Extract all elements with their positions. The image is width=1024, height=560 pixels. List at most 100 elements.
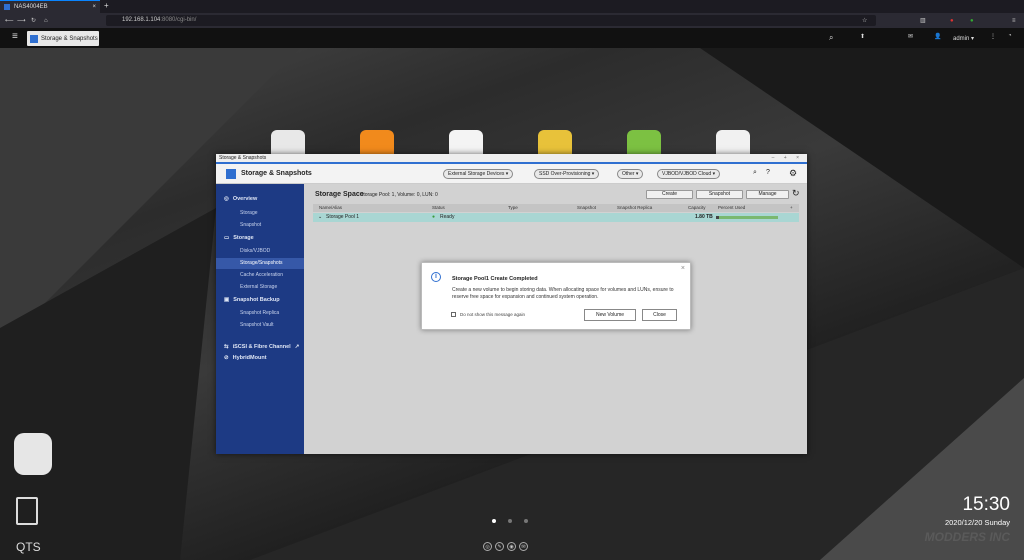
window-header: Storage & Snapshots External Storage Dev… (216, 164, 807, 184)
col-replica[interactable]: Snapshot Replica (617, 205, 652, 210)
backup-icon: ▣ (224, 297, 230, 303)
menu-icon[interactable]: ≡ (1012, 18, 1016, 24)
ssd-over-provisioning-menu[interactable]: SSD Over-Provisioning ▾ (534, 169, 600, 179)
window-titlebar[interactable]: Storage & Snapshots – + × (216, 154, 807, 162)
qts-brand: QTS (16, 540, 41, 554)
search-icon[interactable]: ⌕ (829, 33, 833, 43)
sidebar-item-storage-snapshots[interactable]: Storage/Snapshots (240, 260, 283, 266)
dock-icon[interactable]: ◎ (483, 542, 492, 551)
col-type[interactable]: Type (508, 205, 518, 210)
sidebar-section-backup[interactable]: ▣ Snapshot Backup (224, 297, 280, 303)
library-icon[interactable]: ▥ (920, 17, 926, 24)
pool-created-dialog: i × Storage Pool1 Create Completed Creat… (421, 262, 691, 330)
sidebar-section-storage[interactable]: ▭ Storage (224, 235, 254, 241)
sidebar-item-disks[interactable]: Disks/VJBOD (240, 248, 270, 254)
dont-show-checkbox[interactable]: Do not show this message again (451, 312, 525, 317)
sidebar-item-replica[interactable]: Snapshot Replica (240, 310, 279, 316)
close-tab-icon[interactable]: × (92, 4, 96, 10)
more-options-icon[interactable]: ⋮ (990, 33, 996, 40)
page-dot[interactable] (524, 519, 528, 523)
home-icon[interactable]: ⌂ (44, 18, 48, 24)
col-capacity[interactable]: Capacity (688, 205, 706, 210)
extension-icon[interactable]: ● (970, 18, 974, 24)
tasks-icon[interactable]: ⬆ (860, 33, 865, 40)
page-dot[interactable] (492, 519, 496, 523)
hybridmount-icon: ⊘ (224, 355, 229, 361)
external-link-icon: ↗ (294, 344, 300, 350)
refresh-icon[interactable]: ↻ (792, 188, 800, 199)
close-button[interactable]: Close (642, 309, 677, 321)
sidebar-item-iscsi[interactable]: ⇆ iSCSI & Fibre Channel ↗ (224, 344, 299, 350)
sidebar: ◎ Overview Storage Snapshot ▭ Storage Disk… (216, 184, 304, 454)
extension-icon[interactable]: ● (950, 18, 954, 24)
dashboard-icon[interactable]: ◔ (1008, 33, 1012, 39)
storage-app-icon (30, 34, 38, 43)
help-icon[interactable]: ? (766, 169, 770, 176)
manage-button[interactable]: Manage (746, 190, 789, 199)
storage-logo-icon (226, 169, 236, 179)
window-controls[interactable]: – + × (772, 154, 803, 162)
desktop-page-dots[interactable] (492, 519, 528, 523)
forward-icon[interactable]: ⟶ (17, 17, 26, 24)
dock-icon[interactable]: ✎ (495, 542, 504, 551)
col-snapshot[interactable]: Snapshot (577, 205, 596, 210)
table-row[interactable]: ⌄ Storage Pool 1 ● Ready 1.80 TB (313, 213, 799, 222)
recycle-bin-icon[interactable] (16, 497, 38, 525)
info-icon: i (431, 272, 441, 282)
col-percent[interactable]: Percent Used (718, 205, 745, 210)
col-name[interactable]: Name/Alias (319, 205, 342, 210)
sidebar-item-cache[interactable]: Cache Acceleration (240, 272, 283, 278)
ready-status-icon: ● (432, 214, 436, 220)
search-icon[interactable]: ⌕ (753, 169, 757, 177)
percent-used-fill (716, 216, 720, 219)
browser-navbar: ⟵ ⟶ ↻ ⌂ 192.168.1.104:8080/cgi-bin/ ☆ ▥ … (0, 13, 1024, 28)
sidebar-item-external[interactable]: External Storage (240, 284, 277, 290)
url-path: :8080/cgi-bin/ (160, 17, 197, 23)
create-button[interactable]: Create (646, 190, 693, 199)
dock-icon[interactable]: ✉ (519, 542, 528, 551)
taskbar-app-tab[interactable]: Storage & Snapshots (27, 31, 99, 46)
settings-gear-icon[interactable]: ⚙ (789, 168, 797, 179)
bookmark-star-icon[interactable]: ☆ (862, 17, 867, 24)
close-icon[interactable]: × (681, 265, 685, 272)
add-column-button[interactable]: + (790, 205, 793, 210)
browser-tab-title: NAS4004EB (14, 4, 48, 10)
desktop-date: 2020/12/20 Sunday (944, 518, 1010, 527)
site-favicon-icon (4, 4, 10, 10)
pool-name: Storage Pool 1 (326, 214, 360, 220)
other-menu[interactable]: Other ▾ (617, 169, 644, 179)
sidebar-section-overview[interactable]: ◎ Overview (224, 196, 257, 202)
sidebar-item-hybridmount[interactable]: ⊘ HybridMount (224, 355, 267, 361)
notifications-icon[interactable]: ✉ (908, 33, 913, 40)
new-tab-icon[interactable]: + (104, 1, 109, 10)
col-status[interactable]: Status (432, 205, 445, 210)
sidebar-item-storage-overview[interactable]: Storage (240, 210, 258, 216)
storage-space-heading: Storage Space (315, 191, 364, 198)
snapshot-button[interactable]: Snapshot (696, 190, 743, 199)
user-name[interactable]: admin ▾ (953, 35, 974, 42)
assistant-robot-icon[interactable] (14, 433, 52, 475)
back-icon[interactable]: ⟵ (5, 17, 14, 24)
address-bar[interactable]: 192.168.1.104:8080/cgi-bin/ (106, 15, 876, 26)
main-menu-icon[interactable]: ≡ (12, 31, 18, 42)
qts-taskbar: ≡ Storage & Snapshots ⌕ ⬆ ✉ 👤 admin ▾ ⋮ … (0, 28, 1024, 48)
dialog-message: Create a new volume to begin storing dat… (452, 287, 674, 300)
table-header: Name/Alias Status Type Snapshot Snapshot… (313, 204, 799, 212)
sidebar-item-vault[interactable]: Snapshot Vault (240, 322, 274, 328)
external-storage-devices-menu[interactable]: External Storage Devices ▾ (443, 169, 514, 179)
user-icon[interactable]: 👤 (934, 33, 941, 40)
new-volume-button[interactable]: New Volume (584, 309, 636, 321)
storage-summary: Storage Pool: 1, Volume: 0, LUN: 0 (360, 192, 438, 198)
dock-icon[interactable]: ◉ (507, 542, 516, 551)
pool-capacity: 1.80 TB (695, 214, 713, 220)
browser-tab[interactable]: NAS4004EB × (0, 0, 100, 13)
page-dot[interactable] (508, 519, 512, 523)
reload-icon[interactable]: ↻ (31, 17, 36, 24)
storage-icon: ▭ (224, 235, 230, 241)
sidebar-item-snapshot-overview[interactable]: Snapshot (240, 222, 261, 228)
url-host: 192.168.1.104 (122, 17, 161, 23)
expand-chevron-icon[interactable]: ⌄ (318, 214, 322, 220)
vjbod-cloud-menu[interactable]: VJBOD/VJBOD Cloud ▾ (657, 169, 721, 179)
browser-tabstrip: NAS4004EB × + (0, 0, 1024, 13)
checkbox-box[interactable] (451, 312, 456, 317)
